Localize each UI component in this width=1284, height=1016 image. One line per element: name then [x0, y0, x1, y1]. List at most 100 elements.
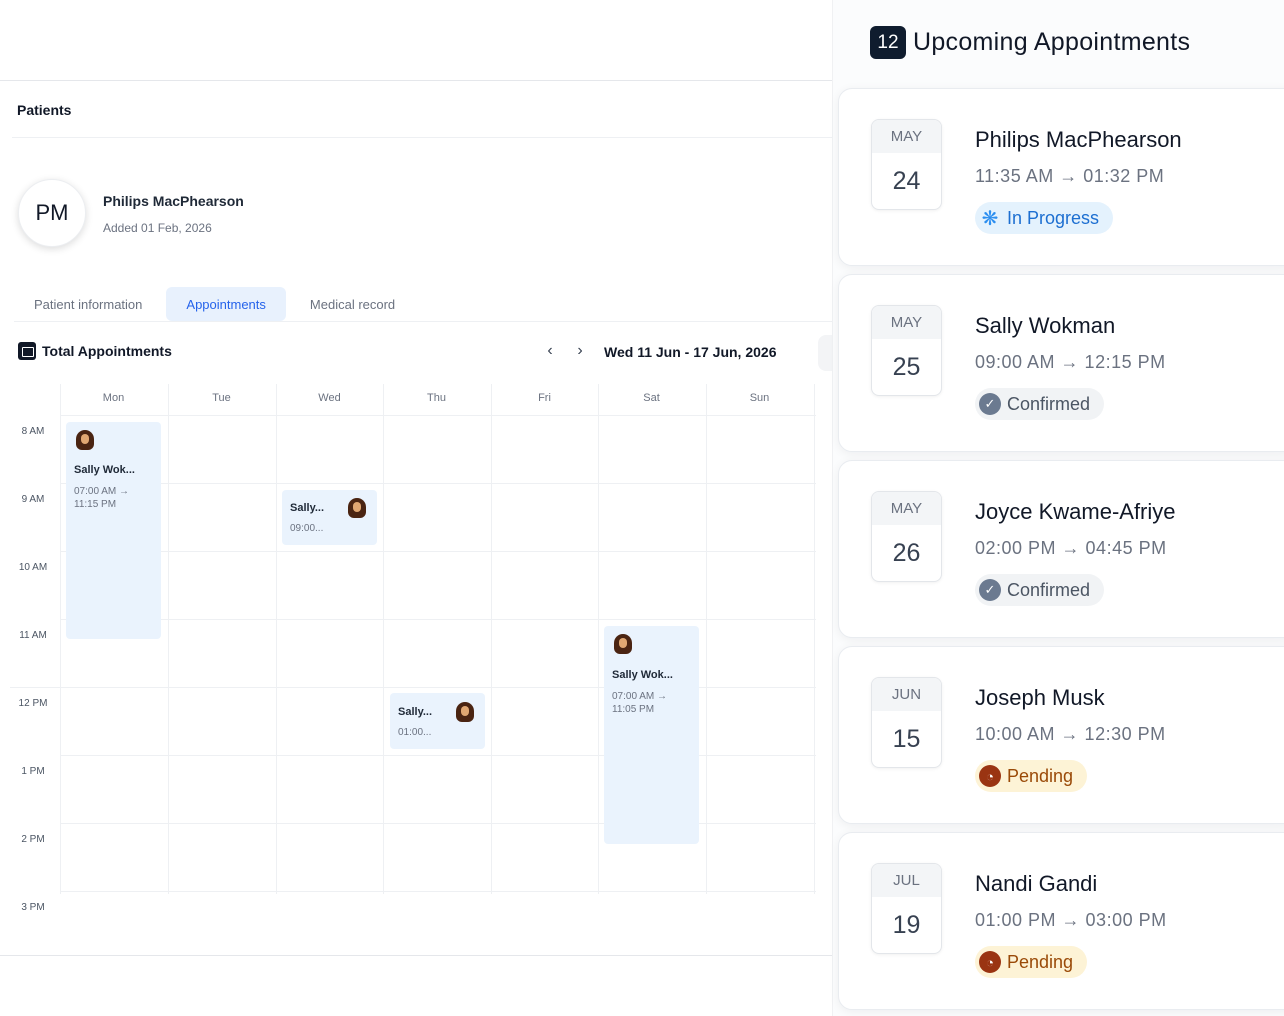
- tab-medical-record[interactable]: Medical record: [290, 287, 415, 321]
- grid-line: [60, 551, 816, 552]
- day-label-sat: Sat: [643, 392, 660, 404]
- appointment-card[interactable]: MAY 25 Sally Wokman 09:00 AM → 12:15 PM …: [838, 274, 1284, 452]
- grid-line: [60, 415, 816, 416]
- date-day: 19: [892, 911, 921, 939]
- panel-title: Patients: [17, 102, 72, 118]
- user-avatar-icon: [456, 702, 474, 722]
- grid-line: [60, 619, 816, 620]
- grid-line: [383, 384, 384, 894]
- grid-line: [168, 384, 169, 894]
- date-month: MAY: [872, 492, 941, 525]
- status-badge: ✓ Confirmed: [975, 388, 1105, 420]
- chevron-left-icon[interactable]: ‹: [541, 342, 559, 360]
- user-avatar-icon: [76, 430, 94, 450]
- date-badge: MAY 26: [871, 491, 942, 582]
- event-time: 01:00...: [398, 727, 432, 738]
- appointment-card[interactable]: MAY 24 Philips MacPhearson 11:35 AM → 01…: [838, 88, 1284, 266]
- status-label: In Progress: [1007, 207, 1100, 228]
- avatar-initials: PM: [35, 200, 69, 225]
- day-label-thu: Thu: [427, 392, 446, 404]
- calendar-icon: [18, 342, 36, 360]
- grid-line: [60, 384, 61, 894]
- grid-line: [60, 483, 816, 484]
- grid-line: [60, 755, 816, 756]
- spinner-icon: ❋: [981, 207, 999, 230]
- day-label-tue: Tue: [212, 392, 231, 404]
- event-name: Sally Wok...: [612, 669, 673, 681]
- user-avatar-icon: [348, 498, 366, 518]
- check-icon: ✓: [979, 393, 1001, 415]
- grid-line: [706, 384, 707, 894]
- grid-line: [60, 891, 816, 892]
- patient-name: Philips MacPhearson: [103, 193, 244, 209]
- event-time: 07:00 AM → 11:15 PM: [74, 486, 130, 510]
- time-label: 10 AM: [18, 562, 48, 573]
- check-icon: ✓: [979, 579, 1001, 601]
- grid-line: [814, 384, 815, 894]
- status-badge: ◔ Pending: [975, 760, 1088, 792]
- avatar: PM: [18, 179, 86, 247]
- date-day: 24: [892, 167, 921, 195]
- user-avatar-icon: [614, 634, 632, 654]
- status-label: Pending: [1007, 765, 1074, 786]
- patient-name: Philips MacPhearson: [975, 127, 1182, 152]
- event-time: 09:00...: [290, 523, 324, 534]
- status-label: Confirmed: [1007, 393, 1091, 414]
- status-label: Confirmed: [1007, 579, 1091, 600]
- calendar-event[interactable]: Sally... 09:00...: [282, 490, 377, 545]
- time-label: 12 PM: [18, 698, 48, 709]
- patient-name: Nandi Gandi: [975, 871, 1098, 896]
- chevron-right-icon[interactable]: ›: [571, 342, 589, 360]
- status-label: Pending: [1007, 951, 1074, 972]
- date-badge: JUL 19: [871, 863, 942, 954]
- clock-icon: ◔: [979, 765, 1001, 787]
- time-label: 11 AM: [19, 630, 47, 641]
- upcoming-title: Upcoming Appointments: [913, 28, 1191, 56]
- appointment-card[interactable]: JUN 15 Joseph Musk 10:00 AM → 12:30 PM ◔…: [838, 646, 1284, 824]
- date-month: MAY: [872, 306, 941, 339]
- appointment-time: 11:35 AM → 01:32 PM: [975, 166, 1165, 186]
- calendar-event[interactable]: Sally Wok... 07:00 AM → 11:15 PM: [66, 422, 161, 639]
- event-name: Sally...: [398, 706, 433, 718]
- date-day: 26: [892, 539, 921, 567]
- event-name: Sally...: [290, 502, 325, 514]
- patient-name: Joyce Kwame-Afriye: [975, 499, 1176, 524]
- tab-patient-information[interactable]: Patient information: [14, 287, 162, 321]
- grid-line: [60, 823, 816, 824]
- date-month: MAY: [872, 120, 941, 153]
- date-month: JUL: [872, 864, 941, 897]
- calendar-event[interactable]: Sally Wok... 07:00 AM → 11:05 PM: [604, 626, 699, 844]
- date-badge: MAY 24: [871, 119, 942, 210]
- appointment-card[interactable]: MAY 26 Joyce Kwame-Afriye 02:00 PM → 04:…: [838, 460, 1284, 638]
- tab-appointments[interactable]: Appointments: [166, 287, 286, 321]
- time-label: 9 AM: [21, 494, 45, 505]
- tabs-divider: [14, 321, 832, 322]
- date-range: Wed 11 Jun - 17 Jun, 2026: [604, 344, 777, 360]
- time-label: 3 PM: [21, 902, 45, 913]
- appointment-time: 10:00 AM → 12:30 PM: [975, 724, 1166, 744]
- grid-line: [491, 384, 492, 894]
- appointment-time: 09:00 AM → 12:15 PM: [975, 352, 1166, 372]
- date-badge: MAY 25: [871, 305, 942, 396]
- appointment-card[interactable]: JUL 19 Nandi Gandi 01:00 PM → 03:00 PM ◔…: [838, 832, 1284, 1010]
- event-name: Sally Wok...: [74, 464, 135, 476]
- date-month: JUN: [872, 678, 941, 711]
- date-day: 25: [892, 353, 921, 381]
- appointments-count-badge: 12: [870, 26, 906, 59]
- day-label-sun: Sun: [749, 392, 770, 404]
- patient-name: Joseph Musk: [975, 685, 1105, 710]
- status-badge: ◔ Pending: [975, 946, 1088, 978]
- day-label-fri: Fri: [538, 392, 551, 404]
- time-label: 8 AM: [21, 426, 45, 437]
- divider: [12, 137, 832, 138]
- day-label-wed: Wed: [318, 392, 341, 404]
- appointments-title: Total Appointments: [42, 343, 172, 359]
- patient-added-date: Added 01 Feb, 2026: [103, 221, 212, 235]
- grid-line: [598, 384, 599, 894]
- time-label: 1 PM: [21, 766, 45, 777]
- calendar-event[interactable]: Sally... 01:00...: [390, 693, 485, 749]
- time-label: 2 PM: [21, 834, 45, 845]
- event-time: 07:00 AM → 11:05 PM: [612, 691, 668, 715]
- patient-name: Sally Wokman: [975, 313, 1116, 338]
- appointment-time: 02:00 PM → 04:45 PM: [975, 538, 1167, 558]
